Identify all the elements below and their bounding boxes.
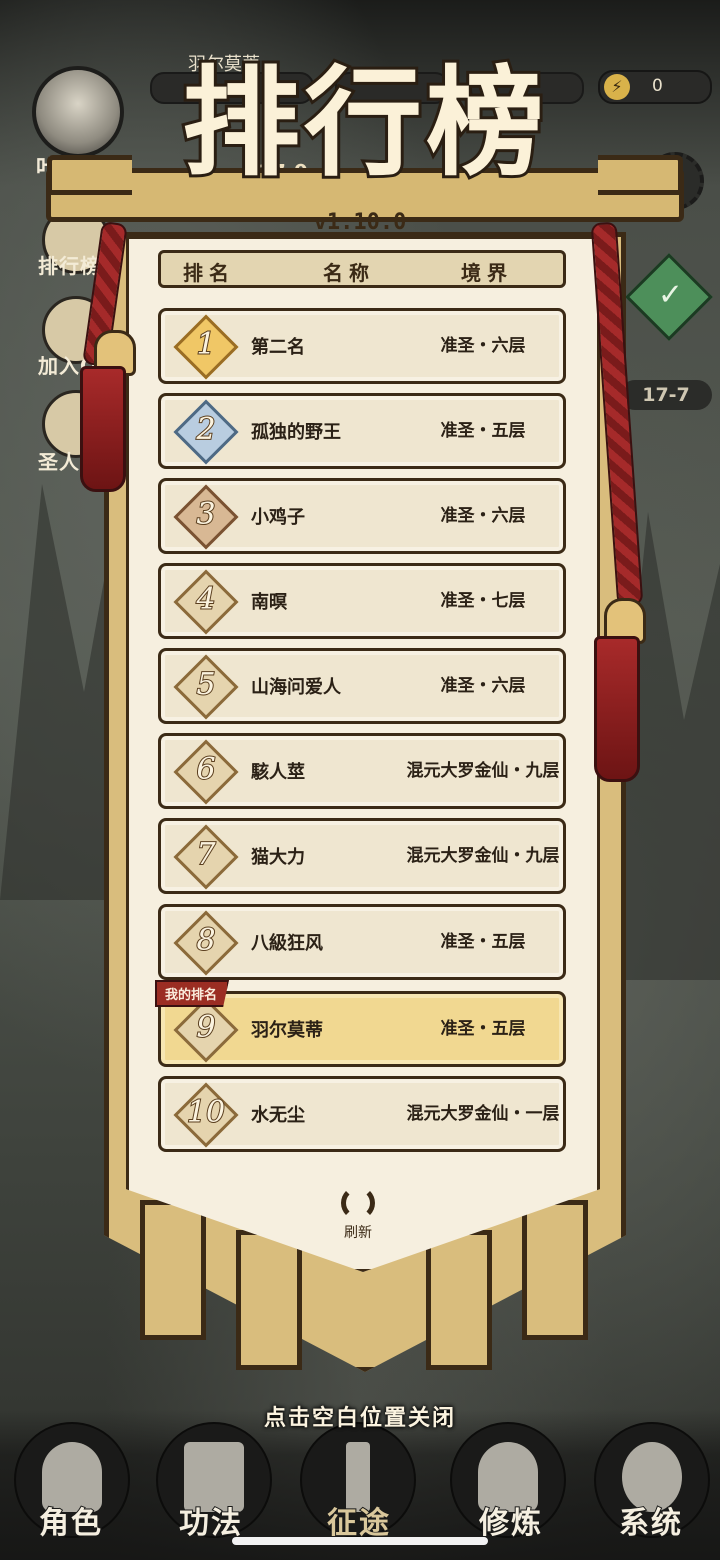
nav-label-skills: 功法 xyxy=(178,1505,243,1542)
realm-cell: 准圣・六层 xyxy=(440,336,526,356)
nav-label-cultivate: 修炼 xyxy=(478,1505,543,1542)
player-name-cell: 山海问爱人 xyxy=(251,677,341,698)
column-realm: 境界 xyxy=(461,261,513,285)
player-avatar[interactable] xyxy=(32,66,124,158)
home-indicator[interactable] xyxy=(232,1537,488,1545)
rank-number: 9 xyxy=(195,1009,216,1046)
player-name-cell: 羽尔莫蒂 xyxy=(251,1020,323,1041)
player-name-cell: 小鸡子 xyxy=(251,507,305,528)
realm-cell: 混元大罗金仙・九层 xyxy=(406,761,560,781)
rank-number: 2 xyxy=(195,411,216,448)
leaderboard-title: 排行榜 xyxy=(179,53,548,192)
player-name-cell: 水无尘 xyxy=(251,1105,305,1126)
column-name: 名称 xyxy=(323,261,375,285)
leaderboard-row-8[interactable]: 8 八級狂风 准圣・五层 xyxy=(158,904,566,980)
rank-number: 4 xyxy=(195,581,216,618)
player-name-cell: 八級狂风 xyxy=(251,933,323,954)
nav-label-system: 系统 xyxy=(618,1505,683,1542)
leaderboard-row-5[interactable]: 5 山海问爱人 准圣・六层 xyxy=(158,648,566,724)
left-tassel xyxy=(80,366,126,492)
energy-value: 0 xyxy=(652,76,663,96)
realm-cell: 混元大罗金仙・一层 xyxy=(406,1104,560,1124)
banner-fringe xyxy=(236,1230,302,1370)
player-name-cell: 猫大力 xyxy=(251,847,305,868)
leaderboard-row-4[interactable]: 4 南暝 准圣・七层 xyxy=(158,563,566,639)
sidebar-leaderboard-label: 排行榜 xyxy=(38,254,101,278)
nav-label-character: 角色 xyxy=(38,1505,103,1542)
player-name-cell: 孤独的野王 xyxy=(251,422,341,443)
check-icon: ✓ xyxy=(657,277,683,313)
refresh-button[interactable]: 刷新 xyxy=(328,1186,388,1242)
rank-number: 5 xyxy=(195,666,216,703)
rank-number: 3 xyxy=(195,496,216,533)
leaderboard-row-7[interactable]: 7 猫大力 混元大罗金仙・九层 xyxy=(158,818,566,894)
energy-counter[interactable]: ⚡ 0 xyxy=(598,70,712,104)
banner-fringe xyxy=(426,1230,492,1370)
rank-number: 6 xyxy=(195,751,216,788)
right-tassel xyxy=(594,636,640,782)
close-hint: 点击空白位置关闭 xyxy=(263,1406,456,1431)
refresh-icon xyxy=(341,1186,375,1220)
realm-cell: 混元大罗金仙・九层 xyxy=(406,846,560,866)
player-name-cell: 南暝 xyxy=(251,592,287,613)
leaderboard-header: 排名 名称 境界 xyxy=(158,250,566,288)
stage-tag: 17-7 xyxy=(620,380,712,410)
refresh-label: 刷新 xyxy=(344,1225,372,1241)
leaderboard-row-2[interactable]: 2 孤独的野王 准圣・五层 xyxy=(158,393,566,469)
realm-cell: 准圣・七层 xyxy=(440,591,526,611)
leaderboard-row-6[interactable]: 6 駭人莖 混元大罗金仙・九层 xyxy=(158,733,566,809)
sidebar-gift-label: 圣人 xyxy=(38,450,80,474)
rank-number: 8 xyxy=(195,922,216,959)
realm-cell: 准圣・五层 xyxy=(440,421,526,441)
realm-cell: 准圣・五层 xyxy=(440,1019,526,1039)
leaderboard-row-3[interactable]: 3 小鸡子 准圣・六层 xyxy=(158,478,566,554)
leaderboard-row-my-rank[interactable]: 9 羽尔莫蒂 准圣・五层 我的排名 xyxy=(155,980,566,1067)
column-rank: 排名 xyxy=(183,261,235,285)
lightning-icon: ⚡ xyxy=(604,74,630,100)
realm-cell: 准圣・五层 xyxy=(440,932,526,952)
rank-number: 10 xyxy=(186,1094,226,1131)
leaderboard-row-1[interactable]: 1 第二名 准圣・六层 xyxy=(158,308,566,384)
realm-cell: 准圣・六层 xyxy=(440,506,526,526)
rank-number: 1 xyxy=(195,326,216,363)
player-name-cell: 駭人莖 xyxy=(251,762,305,783)
my-rank-tag: 我的排名 xyxy=(155,980,230,1007)
player-name-cell: 第二名 xyxy=(251,337,305,358)
leaderboard-row-10[interactable]: 10 水无尘 混元大罗金仙・一层 xyxy=(158,1076,566,1152)
nav-label-journey: 征途 xyxy=(326,1505,391,1542)
rank-number: 7 xyxy=(195,836,216,873)
realm-cell: 准圣・六层 xyxy=(440,676,526,696)
banner-fringe xyxy=(140,1200,206,1340)
banner-fringe xyxy=(522,1200,588,1340)
